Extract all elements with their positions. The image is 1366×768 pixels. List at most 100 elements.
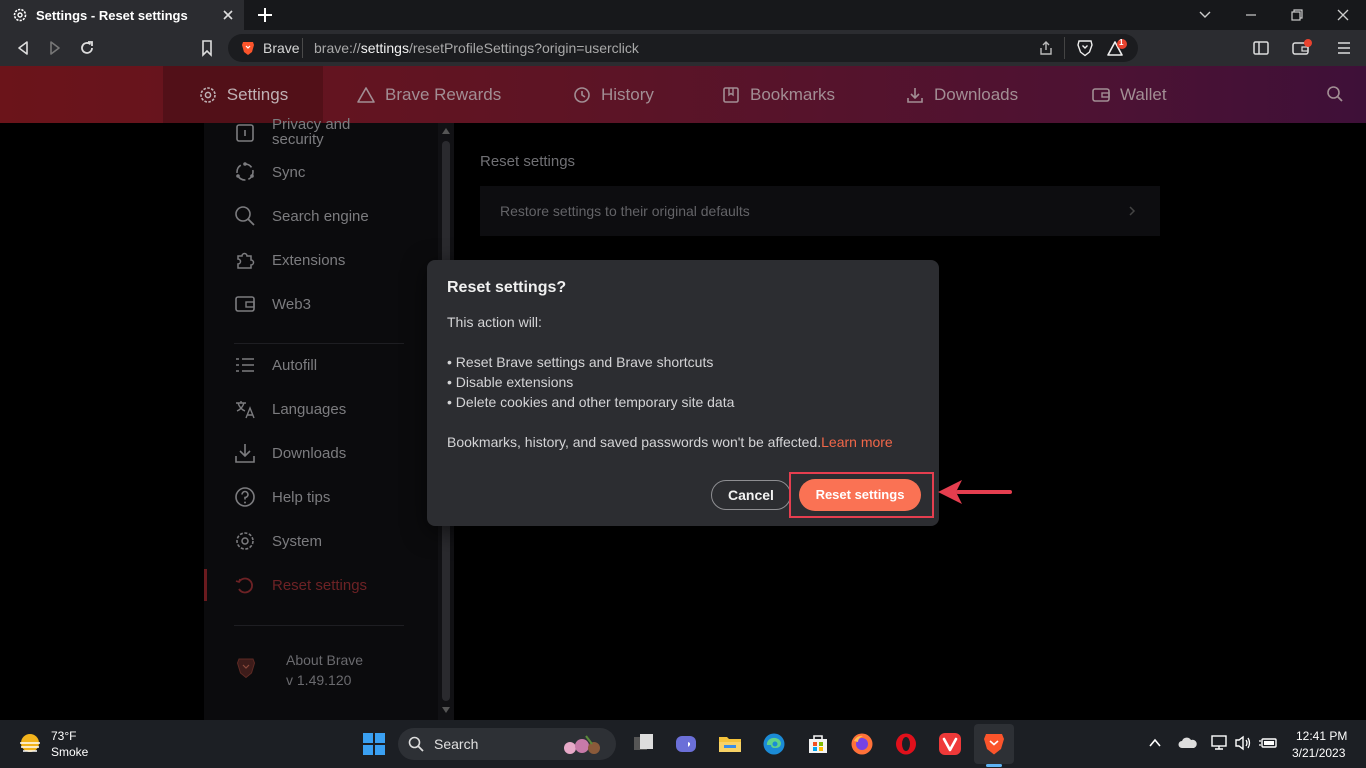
nav-settings[interactable]: Settings <box>163 66 323 123</box>
brave-browser-icon[interactable] <box>982 732 1006 756</box>
clock-date[interactable]: 3/21/2023 <box>1292 746 1345 760</box>
weather-description: Smoke <box>51 745 89 759</box>
nav-downloads[interactable]: Downloads <box>905 66 1018 123</box>
sidebar-item-languages[interactable]: Languages <box>234 398 346 420</box>
download-icon <box>234 442 258 464</box>
minimize-icon[interactable] <box>1244 8 1258 22</box>
sidebar-item-label: System <box>272 532 323 550</box>
translate-icon <box>234 398 258 420</box>
learn-more-link[interactable]: Learn more <box>821 434 893 450</box>
address-bar[interactable]: Brave brave://settings/resetProfileSetti… <box>228 34 1138 62</box>
sidebar-item-web3[interactable]: Web3 <box>234 293 311 315</box>
windows-start-icon[interactable] <box>362 732 386 756</box>
rewards-badge: 1 <box>1119 38 1124 47</box>
close-window-icon[interactable] <box>1336 8 1350 22</box>
brave-shield-icon <box>240 40 256 56</box>
forward-icon[interactable] <box>46 39 64 57</box>
sidebar-item-downloads[interactable]: Downloads <box>234 442 346 464</box>
bookmark-icon <box>721 85 741 105</box>
reload-icon[interactable] <box>78 39 96 57</box>
cancel-button[interactable]: Cancel <box>711 480 791 510</box>
sidebar-item-label: Extensions <box>272 251 346 269</box>
row-label: Restore settings to their original defau… <box>500 203 750 219</box>
pointer-arrow-icon <box>936 478 1012 506</box>
sidebar-divider <box>234 343 404 344</box>
vivaldi-icon[interactable] <box>938 732 962 756</box>
sidebar-item-help-tips[interactable]: Help tips <box>234 486 330 508</box>
firefox-icon[interactable] <box>850 732 874 756</box>
weather-temperature: 73°F <box>51 729 77 743</box>
download-icon <box>905 85 925 105</box>
nav-wallet[interactable]: Wallet <box>1091 66 1167 123</box>
scroll-down-icon[interactable] <box>442 707 450 713</box>
sidebar-item-label: Sync <box>272 163 306 181</box>
sidebar-item-search-engine[interactable]: Search engine <box>234 205 369 227</box>
sidebar-item-label: Autofill <box>272 356 318 374</box>
onedrive-icon[interactable] <box>1178 736 1198 750</box>
opera-icon[interactable] <box>894 732 918 756</box>
file-explorer-icon[interactable] <box>718 732 742 756</box>
sync-icon <box>234 161 258 183</box>
restore-defaults-row[interactable]: Restore settings to their original defau… <box>480 186 1160 236</box>
wallet-toolbar-icon[interactable] <box>1292 39 1312 57</box>
tab-title: Settings - Reset settings <box>36 7 188 23</box>
nav-history[interactable]: History <box>572 66 654 123</box>
wallet-icon <box>234 293 258 315</box>
back-icon[interactable] <box>14 39 32 57</box>
brave-shields-icon[interactable] <box>1076 39 1094 57</box>
bookmark-page-icon[interactable] <box>198 39 216 57</box>
gear-icon <box>198 85 218 105</box>
battery-icon[interactable] <box>1258 735 1278 751</box>
search-highlight-icon <box>560 732 608 756</box>
nav-brave-rewards[interactable]: Brave Rewards <box>356 66 501 123</box>
search-label: Search <box>434 736 479 752</box>
tab-strip: Settings - Reset settings <box>0 0 1366 30</box>
search-settings-icon[interactable] <box>1326 85 1344 103</box>
nav-bookmarks[interactable]: Bookmarks <box>721 66 835 123</box>
volume-icon[interactable] <box>1234 735 1252 751</box>
url-text: brave://settings/resetProfileSettings?or… <box>314 40 639 56</box>
tab-search-chevron-icon[interactable] <box>1198 8 1212 22</box>
weather-icon[interactable] <box>16 731 44 757</box>
search-icon <box>408 736 424 752</box>
active-app-indicator <box>986 764 1002 767</box>
task-view-icon[interactable] <box>632 732 656 756</box>
highlight-box <box>789 472 934 518</box>
sidebar-item-system[interactable]: System <box>234 530 322 552</box>
share-icon[interactable] <box>1038 40 1054 56</box>
sidebar-item-sync[interactable]: Sync <box>234 161 305 183</box>
sidebar-item-reset-settings[interactable]: Reset settings <box>234 574 367 596</box>
active-tab[interactable]: Settings - Reset settings <box>0 0 244 30</box>
sidebar-toggle-icon[interactable] <box>1252 39 1270 57</box>
teams-chat-icon[interactable] <box>674 732 698 756</box>
dialog-bullet: • Reset Brave settings and Brave shortcu… <box>447 354 714 370</box>
page-title: Reset settings <box>480 153 576 170</box>
brave-rewards-icon[interactable] <box>1106 39 1128 59</box>
sidebar-item-privacy[interactable]: Privacy and security <box>234 117 350 147</box>
scroll-up-icon[interactable] <box>442 128 450 134</box>
chevron-up-icon[interactable] <box>1148 736 1162 750</box>
wallet-icon <box>1091 85 1111 105</box>
sidebar-item-label: Help tips <box>272 488 331 506</box>
restore-icon[interactable] <box>1290 8 1304 22</box>
triangle-icon <box>356 85 376 105</box>
sidebar-item-label: security <box>272 131 324 148</box>
clock-time[interactable]: 12:41 PM <box>1296 729 1347 743</box>
new-tab-icon[interactable] <box>256 6 274 24</box>
sidebar-item-autofill[interactable]: Autofill <box>234 354 317 376</box>
active-indicator <box>204 569 207 601</box>
dialog-bullet: • Disable extensions <box>447 374 574 390</box>
taskbar-search[interactable]: Search <box>398 728 616 760</box>
dialog-intro: This action will: <box>447 314 542 330</box>
list-icon <box>234 354 258 376</box>
about-brave-link[interactable]: About Brave <box>286 652 363 668</box>
menu-icon[interactable] <box>1336 39 1352 57</box>
url-separator <box>302 38 303 58</box>
gear-icon <box>234 530 258 552</box>
edge-icon[interactable] <box>762 732 786 756</box>
sidebar-item-extensions[interactable]: Extensions <box>234 249 345 271</box>
close-tab-icon[interactable] <box>220 7 236 23</box>
microsoft-store-icon[interactable] <box>806 732 830 756</box>
display-icon[interactable] <box>1210 735 1228 751</box>
search-icon <box>234 205 258 227</box>
